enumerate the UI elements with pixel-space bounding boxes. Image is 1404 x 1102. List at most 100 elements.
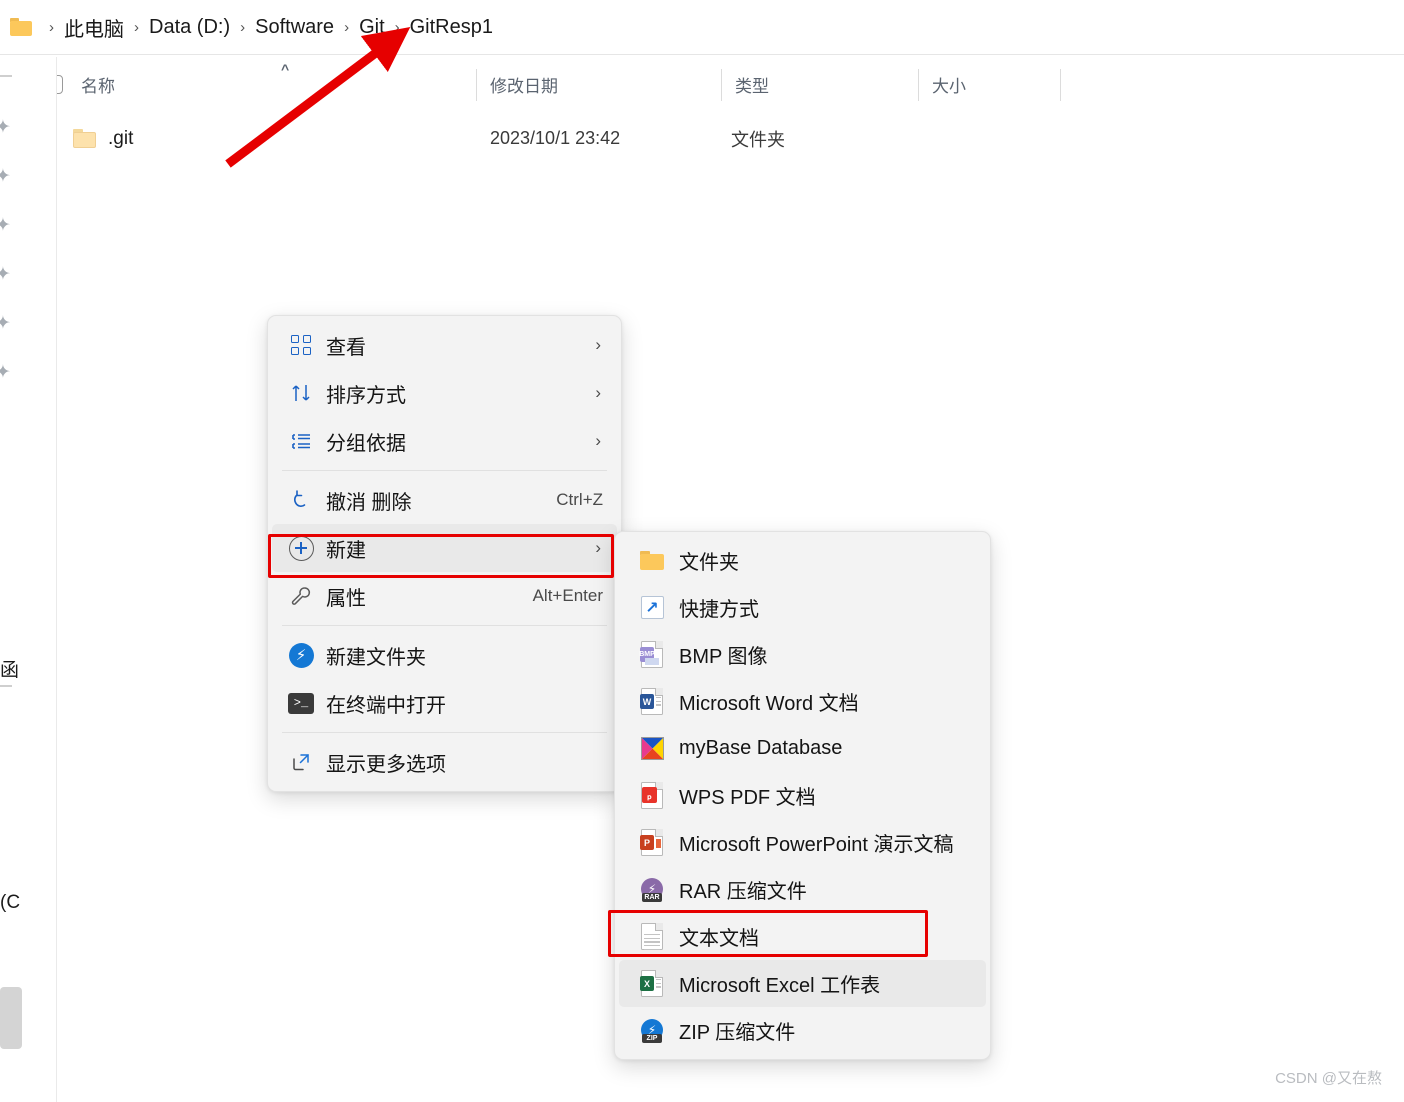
submenu-item-mybase-database[interactable]: myBase Database [619, 725, 986, 772]
menu-separator [282, 625, 607, 626]
bandizip-icon: ⚡ [284, 640, 318, 670]
rail-divider [0, 75, 12, 77]
pin-icon[interactable]: ✦ [0, 216, 13, 235]
submenu-item-word-document[interactable]: W Microsoft Word 文档 [619, 678, 986, 725]
submenu-item-rar-archive-label: RAR 压缩文件 [679, 881, 807, 903]
context-menu: 查看 › 排序方式 › 分组依据 › 撤消 删除 Ctrl+Z 新建 › 属性 … [267, 315, 622, 792]
submenu-item-text-document[interactable]: 文本文档 [619, 913, 986, 960]
menu-item-sort-by[interactable]: 排序方式 › [272, 369, 617, 417]
submenu-item-wps-pdf-label: WPS PDF 文档 [679, 787, 816, 809]
submenu-item-bmp-image-label: BMP 图像 [679, 646, 768, 668]
terminal-icon: >_ [284, 688, 318, 718]
menu-separator [282, 732, 607, 733]
column-header-extra [1060, 67, 1120, 103]
red-arrow [225, 27, 411, 168]
submenu-item-folder-label: 文件夹 [679, 552, 739, 574]
menu-item-properties-label: 属性 [326, 587, 366, 610]
excel-icon: X [637, 969, 667, 999]
breadcrumb-item-this-pc[interactable]: 此电脑 [61, 11, 127, 44]
breadcrumb-separator: › [49, 18, 54, 36]
column-header-size-label: 大小 [932, 77, 966, 96]
chevron-right-icon: › [595, 383, 601, 402]
column-header-size[interactable]: 大小 [918, 67, 1060, 103]
shortcut-icon: ↗ [637, 593, 667, 623]
bmp-image-icon: BMP [637, 640, 667, 670]
submenu-item-text-document-label: 文本文档 [679, 928, 759, 950]
chevron-right-icon: › [595, 538, 601, 557]
wps-pdf-icon: ₚ [637, 781, 667, 811]
rail-text-fragment[interactable]: 函 [0, 655, 19, 682]
plus-circle-icon [284, 533, 318, 563]
folder-icon [10, 18, 32, 36]
group-by-icon [284, 426, 318, 456]
powerpoint-icon: P [637, 828, 667, 858]
rail-text-fragment[interactable]: (C [0, 892, 20, 914]
rar-icon: ⚡ RAR [637, 875, 667, 905]
menu-item-undo-delete-shortcut: Ctrl+Z [556, 490, 603, 509]
menu-item-undo-delete[interactable]: 撤消 删除 Ctrl+Z [272, 476, 617, 524]
navigation-rail-edge: ✦ ✦ ✦ ✦ ✦ ✦ 函 (C [0, 57, 57, 1102]
breadcrumb-separator: › [134, 18, 139, 36]
menu-item-open-in-terminal-label: 在终端中打开 [326, 694, 446, 717]
chevron-right-icon: › [595, 335, 601, 354]
menu-item-group-by-label: 分组依据 [326, 432, 406, 455]
submenu-item-word-document-label: Microsoft Word 文档 [679, 693, 859, 715]
file-type: 文件夹 [731, 129, 785, 150]
file-name: .git [108, 127, 134, 149]
submenu-item-zip-archive[interactable]: ⚡ ZIP ZIP 压缩文件 [619, 1007, 986, 1054]
text-document-icon [637, 922, 667, 952]
menu-item-new-label: 新建 [326, 539, 366, 562]
pin-icon[interactable]: ✦ [0, 118, 13, 137]
sort-icon [284, 378, 318, 408]
column-header-type[interactable]: 类型 [721, 67, 918, 103]
submenu-item-rar-archive[interactable]: ⚡ RAR RAR 压缩文件 [619, 866, 986, 913]
menu-item-sort-by-label: 排序方式 [326, 384, 406, 407]
submenu-item-bmp-image[interactable]: BMP BMP 图像 [619, 631, 986, 678]
show-more-icon [284, 747, 318, 777]
column-header-type-label: 类型 [735, 77, 769, 96]
submenu-new: 文件夹 ↗ 快捷方式 BMP BMP 图像 W Microsoft Word 文… [614, 531, 991, 1060]
mybase-icon [637, 734, 667, 764]
submenu-item-shortcut[interactable]: ↗ 快捷方式 [619, 584, 986, 631]
menu-separator [282, 470, 607, 471]
scrollbar-thumb[interactable] [0, 987, 22, 1049]
zip-icon: ⚡ ZIP [637, 1016, 667, 1046]
pin-icon[interactable]: ✦ [0, 363, 13, 382]
submenu-item-zip-archive-label: ZIP 压缩文件 [679, 1022, 796, 1044]
folder-icon [637, 546, 667, 576]
file-date-modified: 2023/10/1 23:42 [490, 128, 621, 148]
submenu-item-wps-pdf[interactable]: ₚ WPS PDF 文档 [619, 772, 986, 819]
grid-view-icon [284, 330, 318, 360]
menu-item-show-more-options-label: 显示更多选项 [326, 753, 446, 776]
submenu-item-shortcut-label: 快捷方式 [679, 599, 759, 621]
wrench-icon [284, 581, 318, 611]
pin-icon[interactable]: ✦ [0, 265, 13, 284]
column-header-date-label: 修改日期 [490, 77, 558, 96]
watermark: CSDN @又在熬 [1275, 1070, 1382, 1087]
chevron-right-icon: › [595, 431, 601, 450]
undo-icon [284, 485, 318, 515]
menu-item-properties[interactable]: 属性 Alt+Enter [272, 572, 617, 620]
menu-item-open-in-terminal[interactable]: >_ 在终端中打开 [272, 679, 617, 727]
menu-item-view-label: 查看 [326, 336, 366, 359]
submenu-item-mybase-database-label: myBase Database [679, 737, 843, 759]
column-header-date-modified[interactable]: 修改日期 [476, 67, 721, 103]
rail-divider [0, 685, 12, 687]
menu-item-new-folder-label: 新建文件夹 [326, 646, 426, 669]
pin-icon[interactable]: ✦ [0, 167, 13, 186]
menu-item-new-folder[interactable]: ⚡ 新建文件夹 [272, 631, 617, 679]
submenu-item-powerpoint[interactable]: P Microsoft PowerPoint 演示文稿 [619, 819, 986, 866]
submenu-item-powerpoint-label: Microsoft PowerPoint 演示文稿 [679, 834, 954, 856]
submenu-item-folder[interactable]: 文件夹 [619, 537, 986, 584]
menu-item-new[interactable]: 新建 › [272, 524, 617, 572]
submenu-item-excel-worksheet-label: Microsoft Excel 工作表 [679, 975, 881, 997]
folder-icon [73, 129, 96, 148]
menu-item-properties-shortcut: Alt+Enter [532, 586, 603, 605]
submenu-item-excel-worksheet[interactable]: X Microsoft Excel 工作表 [619, 960, 986, 1007]
menu-item-show-more-options[interactable]: 显示更多选项 [272, 738, 617, 786]
menu-item-group-by[interactable]: 分组依据 › [272, 417, 617, 465]
column-header-name-label: 名称 [81, 77, 115, 96]
pin-icon[interactable]: ✦ [0, 314, 13, 333]
menu-item-view[interactable]: 查看 › [272, 321, 617, 369]
word-icon: W [637, 687, 667, 717]
